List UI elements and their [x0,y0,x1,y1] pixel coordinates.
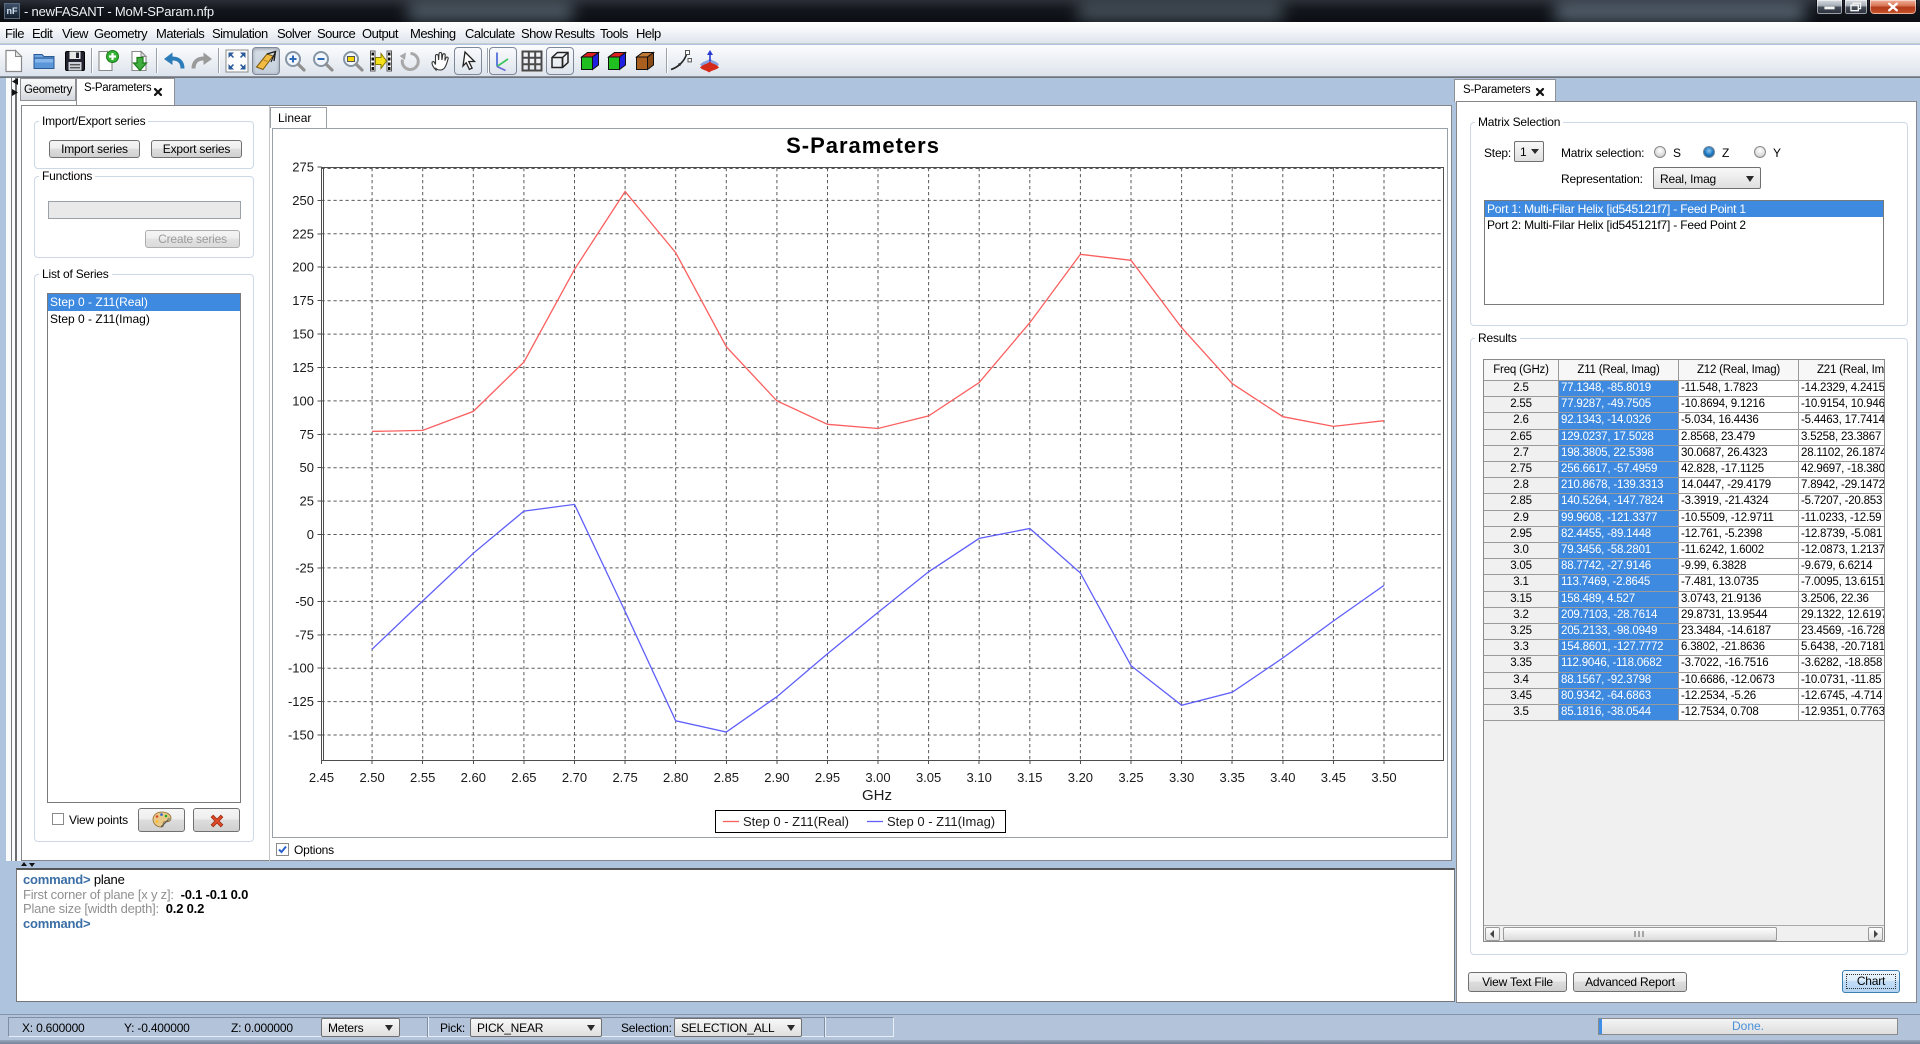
svg-text:2.65: 2.65 [511,770,536,785]
svg-text:GHz: GHz [862,787,892,804]
svg-text:0: 0 [307,527,314,542]
svg-text:-50: -50 [295,594,314,609]
svg-text:2.70: 2.70 [562,770,587,785]
svg-text:50: 50 [300,460,314,475]
svg-text:3.25: 3.25 [1118,770,1143,785]
svg-text:3.10: 3.10 [967,770,992,785]
svg-text:225: 225 [292,226,314,241]
svg-text:3.30: 3.30 [1169,770,1194,785]
svg-text:200: 200 [292,260,314,275]
svg-text:2.60: 2.60 [461,770,486,785]
svg-text:3.45: 3.45 [1321,770,1346,785]
svg-text:2.50: 2.50 [359,770,384,785]
svg-text:2.75: 2.75 [612,770,637,785]
svg-text:3.50: 3.50 [1371,770,1396,785]
svg-text:3.15: 3.15 [1017,770,1042,785]
svg-text:2.95: 2.95 [815,770,840,785]
svg-text:Step 0 - Z11(Real): Step 0 - Z11(Real) [743,814,849,829]
svg-text:3.20: 3.20 [1068,770,1093,785]
svg-text:3.40: 3.40 [1270,770,1295,785]
svg-text:-100: -100 [288,661,314,676]
svg-text:2.55: 2.55 [410,770,435,785]
svg-text:-25: -25 [295,560,314,575]
svg-text:2.80: 2.80 [663,770,688,785]
svg-text:-75: -75 [295,627,314,642]
svg-text:150: 150 [292,327,314,342]
svg-text:275: 275 [292,160,314,175]
svg-text:125: 125 [292,360,314,375]
svg-text:3.05: 3.05 [916,770,941,785]
svg-text:75: 75 [300,427,314,442]
svg-text:S-Parameters: S-Parameters [786,133,940,158]
svg-text:Step 0 - Z11(Imag): Step 0 - Z11(Imag) [887,814,995,829]
svg-text:175: 175 [292,293,314,308]
svg-text:2.90: 2.90 [764,770,789,785]
svg-text:3.35: 3.35 [1220,770,1245,785]
svg-text:2.85: 2.85 [714,770,739,785]
svg-text:2.45: 2.45 [309,770,334,785]
svg-text:25: 25 [300,494,314,509]
svg-text:-125: -125 [288,694,314,709]
svg-text:-150: -150 [288,728,314,743]
svg-text:250: 250 [292,193,314,208]
svg-text:100: 100 [292,393,314,408]
svg-text:3.00: 3.00 [865,770,890,785]
